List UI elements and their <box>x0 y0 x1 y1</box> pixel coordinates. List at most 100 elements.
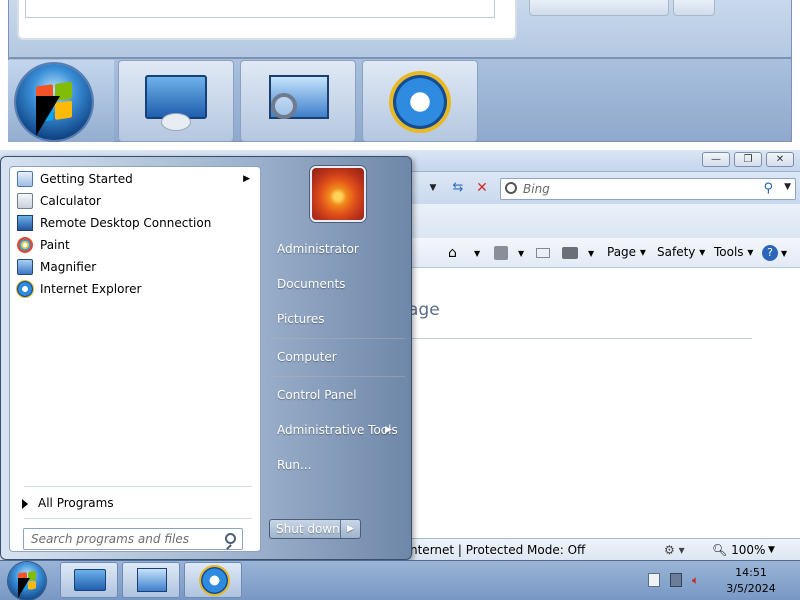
start-menu: Getting Started ▶ Calculator Remote Desk… <box>0 156 412 560</box>
taskbar-internet-explorer[interactable] <box>184 562 242 598</box>
search-provider-icon <box>505 182 517 194</box>
programs-divider <box>24 486 252 487</box>
submenu-arrow-icon: ▶ <box>243 174 250 184</box>
right-item-administrative-tools[interactable]: Administrative Tools ▶ <box>277 423 407 437</box>
print-dropdown-icon[interactable]: ▼ <box>588 249 594 258</box>
minimize-button[interactable]: — <box>702 152 730 167</box>
program-magnifier[interactable]: Magnifier <box>14 257 258 277</box>
zoom-icon: 🔍︎ <box>712 543 728 557</box>
zoom-dropdown-icon[interactable]: ▼ <box>768 545 775 555</box>
program-remote-desktop-connection[interactable]: Remote Desktop Connection <box>14 213 258 233</box>
right-item-administrator[interactable]: Administrator <box>277 242 359 256</box>
program-internet-explorer[interactable]: Internet Explorer <box>14 279 258 299</box>
protected-mode-icon[interactable]: ⚙ ▾ <box>664 543 685 557</box>
home-dropdown-icon[interactable]: ▼ <box>474 249 480 258</box>
right-item-label: Documents <box>277 277 346 291</box>
right-item-pictures[interactable]: Pictures <box>277 312 325 326</box>
program-getting-started[interactable]: Getting Started ▶ <box>14 169 258 189</box>
close-button[interactable]: ✕ <box>766 152 794 167</box>
preview-divider <box>0 142 800 150</box>
zoomed-window-button <box>529 0 669 16</box>
help-dropdown-icon[interactable]: ▼ <box>781 249 787 258</box>
start-menu-programs-pane: Getting Started ▶ Calculator Remote Desk… <box>9 166 261 552</box>
right-item-run[interactable]: Run... <box>277 458 311 472</box>
home-icon[interactable]: ⌂ <box>448 245 457 261</box>
start-search-placeholder: Search programs and files <box>31 532 189 546</box>
magnifier-icon <box>137 568 167 592</box>
zoom-level[interactable]: 🔍︎ 100% <box>712 543 765 557</box>
all-programs-label: All Programs <box>38 496 114 510</box>
mail-icon[interactable] <box>536 248 550 258</box>
right-item-computer[interactable]: Computer <box>277 350 337 364</box>
shutdown-options-arrow-icon[interactable]: ▶ <box>340 520 360 538</box>
safety-menu[interactable]: Safety ▾ <box>657 245 705 259</box>
address-dropdown-icon[interactable]: ▼ <box>424 178 442 198</box>
shutdown-label: Shut down <box>276 522 340 536</box>
tools-menu-label: Tools <box>714 245 744 259</box>
browser-search-placeholder: Bing <box>523 182 550 196</box>
submenu-arrow-icon: ▶ <box>385 425 392 435</box>
program-label: Getting Started <box>40 172 133 186</box>
right-item-label: Pictures <box>277 312 325 326</box>
tools-menu[interactable]: Tools ▾ <box>714 245 753 259</box>
system-clock[interactable]: 14:51 3/5/2024 <box>722 565 780 597</box>
all-programs-arrow-icon <box>22 499 28 509</box>
taskbar-server-manager[interactable] <box>60 562 118 598</box>
server-manager-icon <box>74 569 106 591</box>
clock-time: 14:51 <box>735 566 767 579</box>
right-item-label: Run... <box>277 458 312 472</box>
start-menu-right-pane: Administrator Documents Pictures Compute… <box>263 157 413 561</box>
help-icon[interactable]: ? <box>762 245 778 261</box>
program-paint[interactable]: Paint <box>14 235 258 255</box>
program-label: Remote Desktop Connection <box>40 216 212 230</box>
search-icon[interactable] <box>225 533 236 544</box>
maximize-button[interactable]: ❐ <box>734 152 762 167</box>
zoomed-preview <box>0 0 800 150</box>
page-menu[interactable]: Page ▾ <box>607 245 646 259</box>
program-label: Magnifier <box>40 260 97 274</box>
print-icon[interactable] <box>562 247 578 259</box>
right-item-label: Computer <box>277 350 337 364</box>
remote-desktop-icon <box>17 215 33 231</box>
refresh-icon[interactable]: ⇆ <box>448 178 468 198</box>
zoomed-internet-explorer-button <box>362 60 478 142</box>
right-divider <box>271 376 405 377</box>
feeds-dropdown-icon[interactable]: ▼ <box>518 249 524 258</box>
zoomed-address-field <box>17 0 517 40</box>
clock-date: 3/5/2024 <box>726 582 776 595</box>
stop-icon[interactable]: ✕ <box>472 178 492 198</box>
search-icon[interactable]: ⚲ <box>763 181 773 196</box>
right-item-label: Administrator <box>277 242 359 256</box>
page-menu-label: Page <box>607 245 637 259</box>
program-label: Calculator <box>40 194 101 208</box>
right-item-label: Administrative Tools <box>277 423 398 437</box>
right-item-label: Control Panel <box>277 388 357 402</box>
zoomed-window-button <box>673 0 715 16</box>
program-label: Paint <box>40 238 70 252</box>
volume-muted-icon[interactable]: 🔈︎ <box>692 573 706 587</box>
search-dropdown-icon[interactable]: ▼ <box>784 182 791 192</box>
magnifier-icon <box>17 259 33 275</box>
action-center-icon[interactable] <box>648 573 660 587</box>
taskbar-magnifier[interactable] <box>122 562 180 598</box>
program-label: Internet Explorer <box>40 282 142 296</box>
safety-menu-label: Safety <box>657 245 696 259</box>
zoomed-server-manager-button <box>118 60 234 142</box>
shutdown-button[interactable]: Shut down ▶ <box>269 519 361 539</box>
network-icon[interactable] <box>670 573 682 587</box>
internet-explorer-icon <box>17 281 33 297</box>
feeds-icon[interactable] <box>494 246 508 260</box>
right-item-control-panel[interactable]: Control Panel <box>277 388 357 402</box>
all-programs-button[interactable]: All Programs <box>14 492 258 514</box>
program-calculator[interactable]: Calculator <box>14 191 258 211</box>
internet-explorer-icon <box>201 567 228 594</box>
search-divider <box>24 518 252 519</box>
right-item-documents[interactable]: Documents <box>277 277 345 291</box>
calculator-icon <box>17 193 33 209</box>
getting-started-icon <box>17 171 33 187</box>
zoomed-magnifier-button <box>240 60 356 142</box>
user-picture[interactable] <box>310 166 366 222</box>
start-search-input[interactable]: Search programs and files <box>23 528 243 550</box>
zoomed-window-frame <box>8 0 792 58</box>
browser-search-box[interactable]: Bing ⚲ ▼ <box>500 178 796 200</box>
